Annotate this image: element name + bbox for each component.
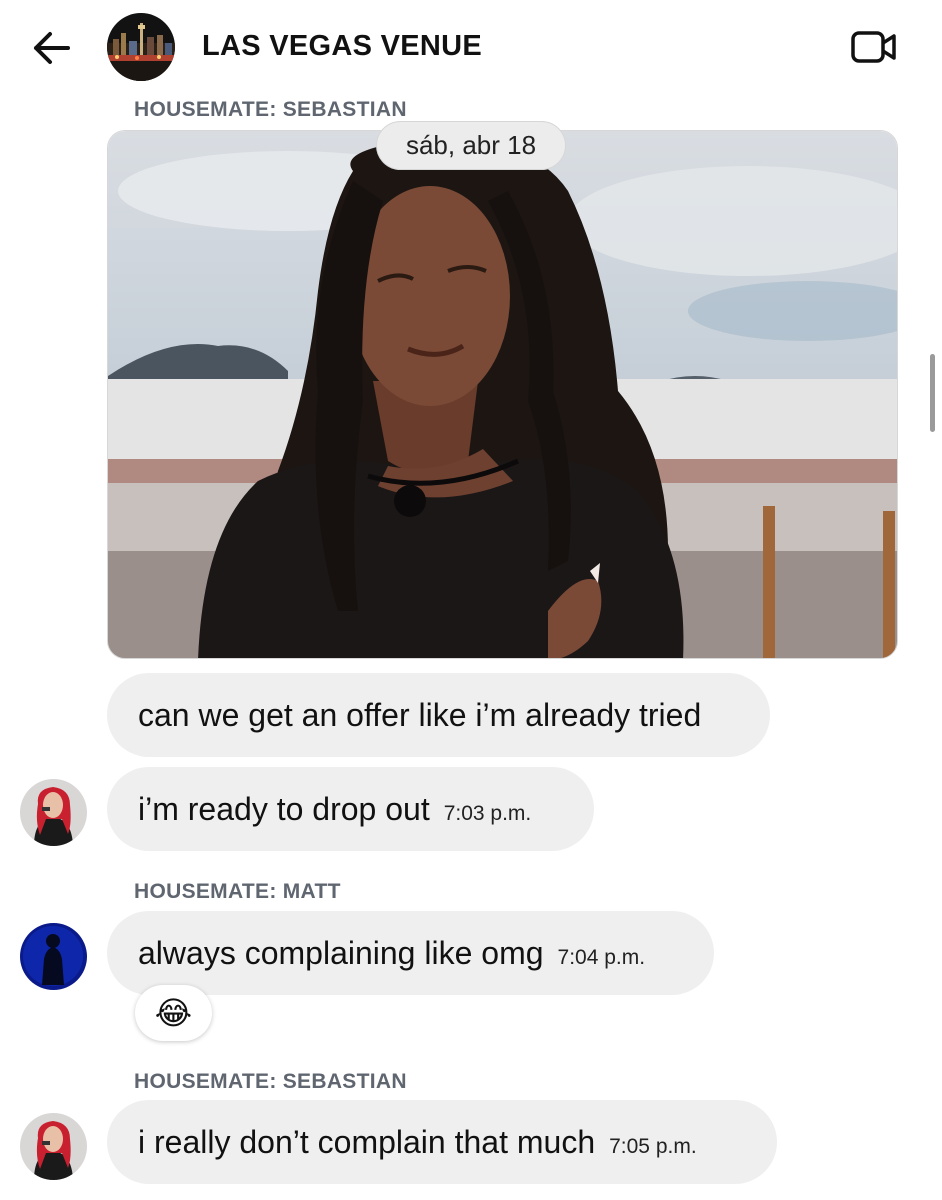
- message-bubble[interactable]: i’m ready to drop out 7:03 p.m.: [107, 767, 594, 851]
- video-call-button[interactable]: [850, 28, 898, 66]
- message-bubble[interactable]: always complaining like omg 7:04 p.m.: [107, 911, 714, 995]
- user-avatar-icon: [20, 779, 87, 846]
- message-image[interactable]: [107, 130, 898, 659]
- video-camera-icon: [851, 31, 896, 63]
- message-bubble[interactable]: can we get an offer like i’m already tri…: [107, 673, 770, 757]
- back-button[interactable]: [30, 28, 72, 68]
- chat-header: LAS VEGAS VENUE: [0, 0, 942, 96]
- message-timestamp: 7:04 p.m.: [557, 946, 646, 969]
- message-bubble[interactable]: i really don’t complain that much 7:05 p.…: [107, 1100, 777, 1184]
- arrow-left-icon: [34, 32, 70, 64]
- sender-label: HOUSEMATE: SEBASTIAN: [134, 1070, 407, 1093]
- date-separator: sáb, abr 18: [376, 121, 566, 170]
- sender-label: HOUSEMATE: SEBASTIAN: [134, 98, 407, 121]
- sender-label: HOUSEMATE: MATT: [134, 880, 341, 903]
- message-text: i’m ready to drop out: [138, 791, 430, 827]
- message-text: i really don’t complain that much: [138, 1124, 596, 1160]
- city-night-icon: [107, 13, 175, 81]
- laughing-emoji-icon: 😂: [154, 995, 193, 1031]
- message-reaction[interactable]: 😂: [135, 985, 212, 1041]
- message-timestamp: 7:05 p.m.: [609, 1135, 697, 1158]
- sender-avatar-matt[interactable]: [20, 923, 87, 990]
- user-avatar-icon: [20, 1113, 87, 1180]
- group-avatar[interactable]: [107, 13, 175, 81]
- sender-avatar-sebastian[interactable]: [20, 779, 87, 846]
- sender-avatar-sebastian[interactable]: [20, 1113, 87, 1180]
- scrollbar[interactable]: [930, 354, 935, 432]
- woman-with-crossed-arms-image: [108, 131, 897, 658]
- chat-title: LAS VEGAS VENUE: [202, 30, 483, 62]
- message-timestamp: 7:03 p.m.: [443, 802, 532, 825]
- message-text: can we get an offer like i’m already tri…: [138, 697, 702, 733]
- message-text: always complaining like omg: [138, 935, 544, 971]
- user-avatar-icon: [20, 923, 87, 990]
